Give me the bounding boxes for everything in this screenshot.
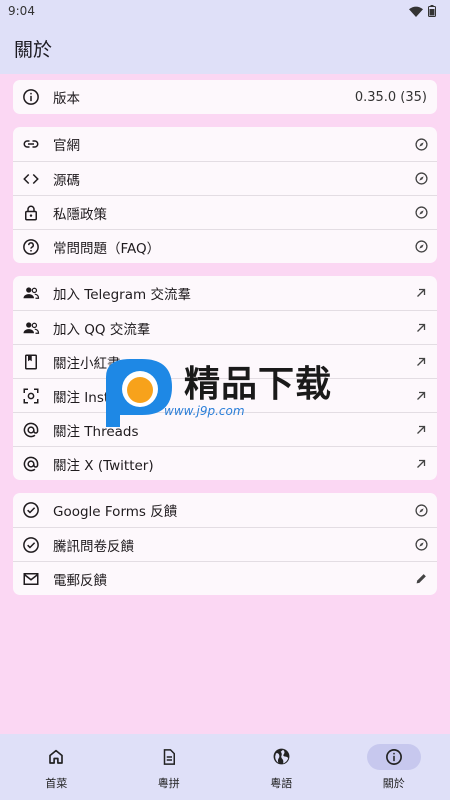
arrow-up-right-icon <box>413 354 429 370</box>
nav-jyutping-indicator <box>142 744 196 770</box>
privacy-policy-row[interactable]: 私隱政策 <box>13 195 437 229</box>
version-value: 0.35.0 (35) <box>354 89 427 105</box>
privacy-policy-label: 私隱政策 <box>53 206 107 223</box>
email-feedback-row[interactable]: 電郵反饋 <box>13 561 437 595</box>
group-icon <box>21 318 41 338</box>
code-icon <box>21 169 41 189</box>
nav-home-label: 首菜 <box>45 776 68 790</box>
status-time: 9:04 <box>8 4 35 18</box>
arrow-up-right-icon <box>413 320 429 336</box>
compass-icon <box>413 239 429 255</box>
page-title: 關於 <box>14 38 53 61</box>
twitter-label: 關注 X (Twitter) <box>53 457 154 474</box>
nav-home-indicator <box>29 744 83 770</box>
about-content: 版本 0.35.0 (35) 官網 源碼 私隱政策 常問問題（FAQ） 加入 T… <box>0 74 450 734</box>
lock-icon <box>21 203 41 223</box>
compass-icon <box>413 502 429 518</box>
xiaohongshu-row[interactable]: 關注小紅書 <box>13 344 437 378</box>
at-icon <box>21 454 41 474</box>
bookmark-book-icon <box>21 352 41 372</box>
google-forms-label: Google Forms 反饋 <box>53 504 178 520</box>
telegram-row[interactable]: 加入 Telegram 交流羣 <box>13 276 437 310</box>
twitter-row[interactable]: 關注 X (Twitter) <box>13 446 437 480</box>
version-label: 版本 <box>53 91 80 107</box>
check-circle-icon <box>21 535 41 555</box>
tencent-survey-label: 騰訊問卷反饋 <box>53 538 134 555</box>
wifi-icon <box>409 6 423 17</box>
threads-row[interactable]: 關注 Threads <box>13 412 437 446</box>
pencil-icon <box>413 571 429 587</box>
nav-jyutping[interactable]: 粵拼 <box>124 744 214 791</box>
qq-row[interactable]: 加入 QQ 交流羣 <box>13 310 437 344</box>
tencent-survey-row[interactable]: 騰訊問卷反饋 <box>13 527 437 561</box>
status-bar: 9:04 <box>0 0 450 22</box>
nav-cantonese-indicator <box>254 744 308 770</box>
compass-icon <box>413 205 429 221</box>
google-forms-row[interactable]: Google Forms 反饋 <box>13 493 437 527</box>
link-icon <box>21 134 41 154</box>
battery-icon <box>428 5 436 17</box>
nav-about[interactable]: 關於 <box>349 743 439 791</box>
xiaohongshu-label: 關注小紅書 <box>53 355 121 372</box>
status-icons <box>409 5 436 17</box>
mail-icon <box>21 569 41 589</box>
website-label: 官網 <box>53 138 80 154</box>
website-row[interactable]: 官網 <box>13 127 437 161</box>
at-icon <box>21 420 41 440</box>
help-icon <box>21 237 41 257</box>
arrow-up-right-icon <box>413 456 429 472</box>
community-card: 加入 Telegram 交流羣 加入 QQ 交流羣 關注小紅書 關注 Insta… <box>13 276 437 480</box>
check-circle-icon <box>21 500 41 520</box>
nav-home[interactable]: 首菜 <box>11 744 101 791</box>
threads-label: 關注 Threads <box>53 423 139 440</box>
source-code-label: 源碼 <box>53 172 80 189</box>
home-icon <box>49 749 64 764</box>
nav-about-indicator <box>366 743 421 770</box>
qq-label: 加入 QQ 交流羣 <box>53 321 151 338</box>
globe-icon <box>273 748 290 765</box>
version-row: 版本 0.35.0 (35) <box>13 80 437 114</box>
nav-about-label: 關於 <box>382 776 405 790</box>
version-card: 版本 0.35.0 (35) <box>13 80 437 114</box>
group-icon <box>21 283 41 303</box>
arrow-up-right-icon <box>413 388 429 404</box>
telegram-label: 加入 Telegram 交流羣 <box>53 287 191 303</box>
nav-cantonese[interactable]: 粵語 <box>236 744 326 791</box>
bottom-navigation: 首菜 粵拼 粵語 關於 <box>0 734 450 800</box>
feedback-card: Google Forms 反饋 騰訊問卷反饋 電郵反饋 <box>13 493 437 595</box>
instagram-label: 關注 Instagram <box>53 389 153 406</box>
document-icon <box>163 748 175 765</box>
nav-cantonese-label: 粵語 <box>270 776 293 790</box>
app-bar: 關於 <box>0 22 450 74</box>
email-feedback-label: 電郵反饋 <box>53 572 107 589</box>
faq-label: 常問問題（FAQ） <box>53 240 161 257</box>
scan-icon <box>21 386 41 406</box>
nav-jyutping-label: 粵拼 <box>157 776 180 790</box>
instagram-row[interactable]: 關注 Instagram <box>13 378 437 412</box>
faq-row[interactable]: 常問問題（FAQ） <box>13 229 437 263</box>
source-code-row[interactable]: 源碼 <box>13 161 437 195</box>
links-card: 官網 源碼 私隱政策 常問問題（FAQ） <box>13 127 437 263</box>
compass-icon <box>413 136 429 152</box>
arrow-up-right-icon <box>413 422 429 438</box>
info-icon <box>385 748 402 765</box>
arrow-up-right-icon <box>413 285 429 301</box>
compass-icon <box>413 171 429 187</box>
info-icon <box>21 87 41 107</box>
compass-icon <box>413 537 429 553</box>
